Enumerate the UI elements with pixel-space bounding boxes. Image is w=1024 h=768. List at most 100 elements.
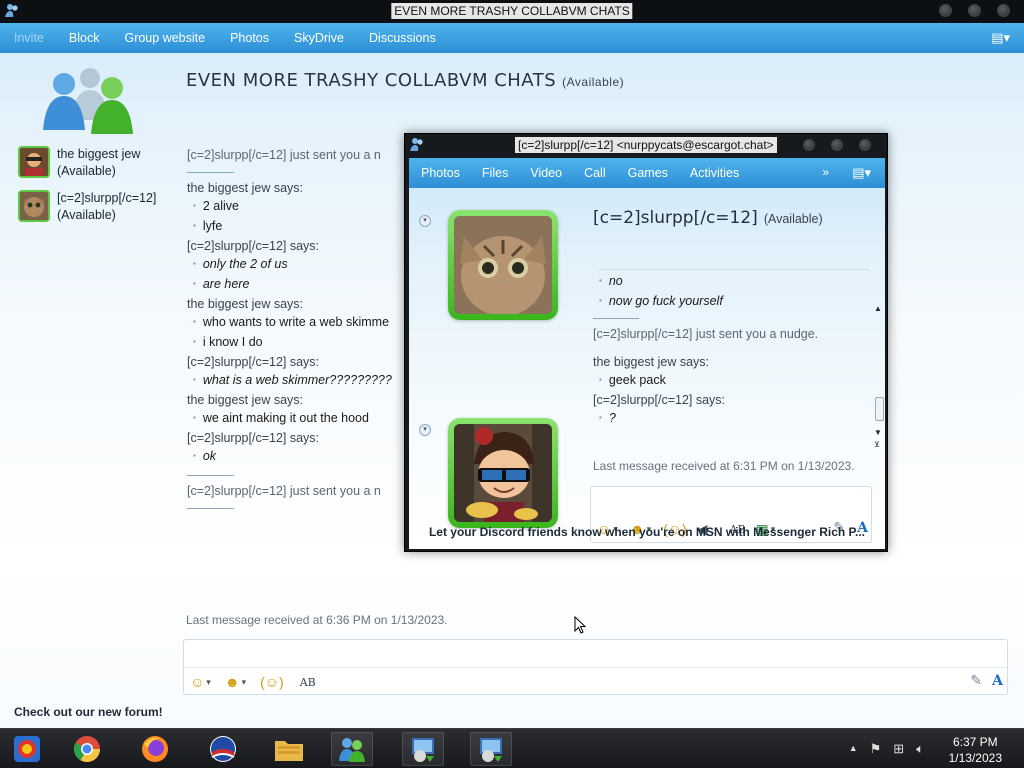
message-line: only the 2 of us — [187, 255, 407, 275]
message-line: what is a web skimmer????????? — [187, 371, 407, 391]
system-tray: ▲ ⚑ ⊞ 🔈︎ — [849, 741, 924, 757]
menu-bar: Photos Files Video Call Games Activities… — [409, 158, 885, 188]
chevron-down-icon[interactable]: ▾ — [206, 677, 211, 688]
chrome-dev-icon[interactable] — [6, 732, 48, 766]
flag-icon[interactable]: ⚑ — [870, 741, 882, 757]
taskbar: ▲ ⚑ ⊞ 🔈︎ 6:37 PM 1/13/2023 — [0, 728, 1024, 768]
chat-scrollbar[interactable]: ▲ ▼ ⊻ — [873, 304, 885, 452]
obama-logo-icon[interactable] — [202, 732, 244, 766]
collapse-my-pic-icon[interactable]: ▾ — [419, 424, 431, 436]
tray-expand-icon[interactable]: ▲ — [849, 743, 858, 757]
messenger-taskbar-icon[interactable] — [331, 732, 373, 766]
participant-item[interactable]: [c=2]slurpp[/c=12] (Available) — [18, 190, 183, 224]
toolbar-options-icon[interactable]: ▤▾ — [852, 165, 871, 181]
participant-name: [c=2]slurpp[/c=12] — [57, 191, 157, 205]
conversation-status: (Available) — [562, 75, 625, 89]
message-divider — [187, 508, 234, 509]
chat-history: nonow go fuck yourself [c=2]slurpp[/c=12]… — [593, 272, 855, 490]
contact-header: [c=2]slurpp[/c=12] (Available) — [593, 208, 823, 228]
message-line: i know I do — [187, 333, 407, 353]
handwriting-icon[interactable]: AB — [300, 676, 316, 689]
message-gap — [593, 343, 855, 353]
menu-block[interactable]: Block — [69, 31, 100, 45]
participants-list: the biggest jew (Available) [c=2]slurpp[/… — [18, 146, 183, 234]
system-clock[interactable]: 6:37 PM 1/13/2023 — [949, 734, 1002, 766]
participant-item[interactable]: the biggest jew (Available) — [18, 146, 183, 180]
collapse-contact-pic-icon[interactable]: ▾ — [419, 215, 431, 227]
conversation-title: EVEN MORE TRASHY COLLABVM CHATS (Availabl… — [186, 70, 624, 91]
close-button[interactable] — [859, 139, 871, 151]
sender-line: [c=2]slurpp[/c=12] says: — [593, 393, 726, 407]
pen-icon[interactable]: ✎ — [970, 672, 982, 689]
menu-activities[interactable]: Activities — [690, 166, 739, 180]
conversation-window: [c=2]slurpp[/c=12] <nurppycats@escargot.… — [404, 133, 888, 552]
mouse-cursor-icon — [574, 616, 586, 634]
message-line: ? — [593, 409, 855, 429]
menu-video[interactable]: Video — [530, 166, 562, 180]
menu-call[interactable]: Call — [584, 166, 606, 180]
volume-icon[interactable]: 🔈︎ — [916, 741, 924, 757]
message-line: ok — [187, 447, 407, 467]
forum-link[interactable]: Check out our new forum! — [14, 705, 163, 719]
message-divider — [593, 318, 639, 319]
maximize-button[interactable] — [831, 139, 843, 151]
avatar — [18, 190, 50, 222]
chevron-down-icon[interactable]: ▾ — [242, 677, 247, 688]
sender-line: the biggest jew says: — [187, 181, 304, 195]
sender-line: the biggest jew says: — [187, 297, 304, 311]
contact-name: [c=2]slurpp[/c=12] — [593, 208, 758, 228]
close-button[interactable] — [997, 4, 1010, 17]
minimize-button[interactable] — [803, 139, 815, 151]
sender-line: the biggest jew says: — [593, 355, 710, 369]
font-icon[interactable]: A — [992, 673, 1003, 689]
menu-photos[interactable]: Photos — [421, 166, 460, 180]
menu-invite[interactable]: Invite — [14, 31, 44, 45]
group-buddies-icon — [43, 68, 133, 134]
emoticon-icon[interactable]: ☺ — [190, 674, 204, 690]
conversation-body: Photos Files Video Call Games Activities… — [409, 158, 885, 549]
message-line: 2 alive — [187, 197, 407, 217]
maximize-button[interactable] — [968, 4, 981, 17]
firefox-icon[interactable] — [134, 732, 176, 766]
header-divider — [599, 269, 869, 270]
title-bar[interactable]: EVEN MORE TRASHY COLLABVM CHATS — [0, 0, 1024, 23]
menu-discussions[interactable]: Discussions — [369, 31, 436, 45]
conversation-title-text: EVEN MORE TRASHY COLLABVM CHATS — [186, 70, 557, 91]
more-chevron-icon[interactable]: » — [822, 165, 829, 179]
last-message-time: Last message received at 6:36 PM on 1/13… — [186, 613, 448, 627]
menu-group-website[interactable]: Group website — [124, 31, 205, 45]
nudge-icon[interactable]: (☺) — [260, 674, 284, 690]
scroll-end-icon[interactable]: ⊻ — [874, 440, 880, 449]
menu-files[interactable]: Files — [482, 166, 508, 180]
message-divider — [187, 172, 234, 173]
message-input[interactable] — [591, 487, 871, 515]
sender-line: [c=2]slurpp[/c=12] says: — [187, 355, 320, 369]
scroll-thumb[interactable] — [875, 397, 884, 421]
conversation-taskbar-icon[interactable] — [470, 732, 512, 766]
file-explorer-icon[interactable] — [268, 732, 310, 766]
scroll-down-icon[interactable]: ▼ — [874, 428, 882, 437]
message-divider — [187, 475, 234, 476]
clock-time: 6:37 PM — [952, 735, 998, 749]
conversation-taskbar-icon[interactable] — [402, 732, 444, 766]
participant-name: the biggest jew — [57, 147, 141, 161]
my-display-picture — [448, 418, 558, 528]
clock-date: 1/13/2023 — [948, 751, 1002, 765]
message-input[interactable] — [184, 640, 1007, 668]
messenger-icon — [410, 138, 423, 151]
contact-display-picture — [448, 210, 558, 320]
minimize-button[interactable] — [939, 4, 952, 17]
participant-status: (Available) — [57, 164, 116, 178]
scroll-up-icon[interactable]: ▲ — [874, 304, 882, 313]
menu-bar: Invite Block Group website Photos SkyDri… — [0, 23, 1024, 53]
wink-icon[interactable]: ☻ — [225, 674, 240, 690]
chrome-icon[interactable] — [66, 732, 108, 766]
menu-games[interactable]: Games — [628, 166, 668, 180]
menu-photos[interactable]: Photos — [230, 31, 269, 45]
network-icon[interactable]: ⊞ — [893, 741, 904, 757]
toolbar-options-icon[interactable]: ▤▾ — [991, 30, 1010, 46]
contact-status: (Available) — [763, 212, 823, 226]
ad-banner[interactable]: Let your Discord friends know when you'r… — [409, 525, 885, 539]
menu-skydrive[interactable]: SkyDrive — [294, 31, 344, 45]
system-message: [c=2]slurpp[/c=12] just sent you a nudge… — [593, 327, 819, 341]
